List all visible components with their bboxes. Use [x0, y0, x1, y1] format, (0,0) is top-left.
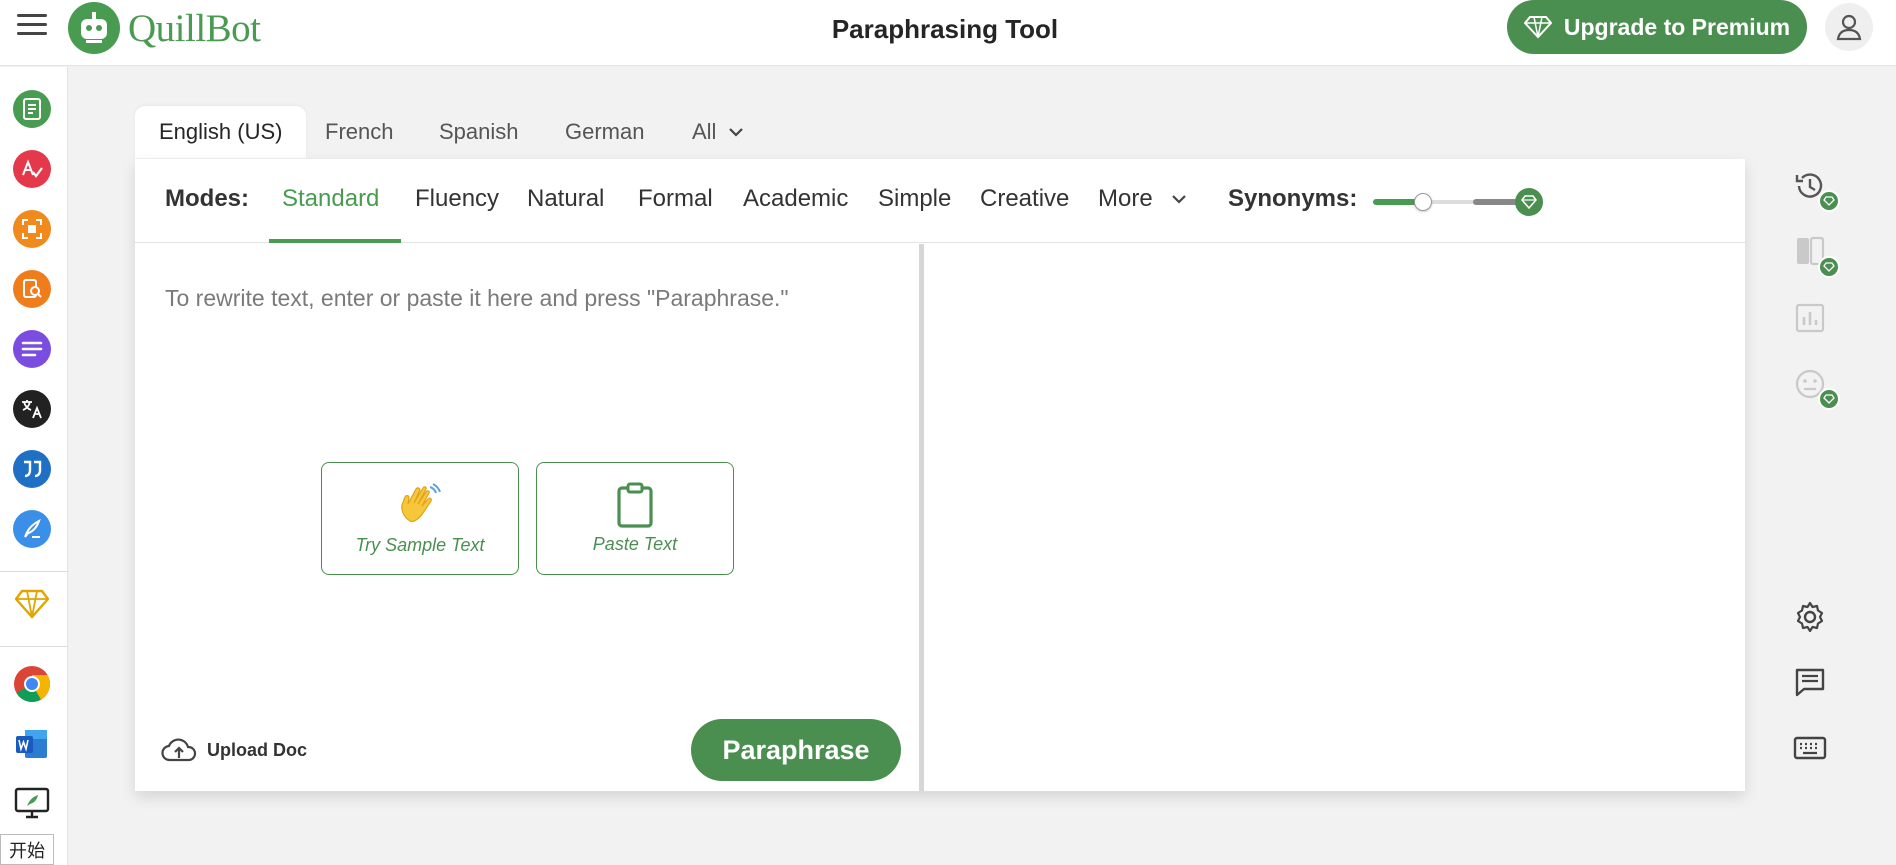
paraphrase-button[interactable]: Paraphrase — [691, 719, 901, 781]
mode-creative[interactable]: Creative — [980, 185, 1069, 213]
clipboard-icon — [615, 482, 655, 528]
tone-detector-icon[interactable] — [1790, 364, 1830, 404]
keyboard-shortcuts-icon[interactable] — [1790, 728, 1830, 768]
upload-doc-button[interactable]: Upload Doc — [161, 737, 307, 763]
mode-fluency[interactable]: Fluency — [415, 185, 499, 213]
pane-divider[interactable] — [919, 244, 924, 791]
synonyms-label: Synonyms: — [1228, 185, 1357, 213]
input-placeholder[interactable]: To rewrite text, enter or paste it here … — [165, 285, 789, 312]
flow-icon[interactable] — [13, 510, 51, 548]
mode-standard[interactable]: Standard — [282, 185, 379, 213]
premium-diamond-icon — [1515, 188, 1543, 216]
tab-english-us[interactable]: English (US) — [135, 106, 306, 158]
top-bar: QuillBot Paraphrasing Tool Upgrade to Pr… — [0, 0, 1896, 66]
left-rail — [0, 67, 68, 865]
start-label[interactable]: 开始 — [0, 834, 54, 865]
settings-gear-icon[interactable] — [1790, 597, 1830, 637]
mode-academic[interactable]: Academic — [743, 185, 848, 213]
chevron-down-icon — [1171, 194, 1187, 204]
grammar-checker-icon[interactable] — [13, 150, 51, 188]
modes-label: Modes: — [165, 185, 249, 213]
mode-more-label: More — [1098, 185, 1153, 213]
tab-french[interactable]: French — [325, 106, 393, 158]
summarizer-icon[interactable] — [13, 330, 51, 368]
plagiarism-checker-icon[interactable] — [13, 270, 51, 308]
mode-more[interactable]: More — [1098, 185, 1187, 213]
upgrade-button[interactable]: Upgrade to Premium — [1507, 0, 1807, 54]
paraphraser-icon[interactable] — [13, 90, 51, 128]
feedback-icon[interactable] — [1790, 662, 1830, 702]
word-addin-icon[interactable] — [13, 725, 51, 763]
try-sample-text-button[interactable]: Try Sample Text — [321, 462, 519, 575]
slider-thumb[interactable] — [1414, 193, 1432, 211]
history-icon[interactable] — [1790, 166, 1830, 206]
citation-generator-icon[interactable] — [13, 450, 51, 488]
translator-icon[interactable] — [13, 390, 51, 428]
paraphraser-card: Modes: Standard Fluency Natural Formal A… — [135, 159, 1745, 791]
modes-bar: Modes: Standard Fluency Natural Formal A… — [135, 159, 1745, 243]
try-sample-label: Try Sample Text — [355, 535, 484, 556]
rail-divider — [0, 571, 68, 572]
mode-simple[interactable]: Simple — [878, 185, 951, 213]
tab-all-label: All — [692, 119, 716, 145]
paste-text-label: Paste Text — [593, 534, 677, 555]
tab-all-languages[interactable]: All — [692, 106, 744, 158]
premium-badge-icon — [1818, 388, 1840, 410]
account-button[interactable] — [1825, 3, 1873, 51]
rail-divider — [0, 646, 68, 647]
user-icon — [1835, 13, 1863, 41]
paste-text-button[interactable]: Paste Text — [536, 462, 734, 575]
compare-modes-icon[interactable] — [1790, 232, 1830, 272]
upgrade-label: Upgrade to Premium — [1564, 14, 1790, 41]
diamond-icon — [1524, 15, 1552, 39]
tab-german[interactable]: German — [565, 106, 644, 158]
waving-hand-icon — [396, 481, 444, 529]
premium-badge-icon — [1818, 256, 1840, 278]
desktop-app-icon[interactable] — [13, 784, 51, 822]
ai-detector-icon[interactable] — [13, 210, 51, 248]
chrome-extension-icon[interactable] — [13, 665, 51, 703]
premium-badge-icon — [1818, 190, 1840, 212]
upload-doc-label: Upload Doc — [207, 740, 307, 761]
statistics-icon[interactable] — [1790, 298, 1830, 338]
mode-formal[interactable]: Formal — [638, 185, 713, 213]
active-mode-indicator — [269, 239, 401, 243]
synonyms-slider[interactable] — [1373, 194, 1543, 226]
cloud-upload-icon — [161, 737, 197, 763]
slider-premium-range — [1473, 199, 1518, 205]
premium-diamond-icon[interactable] — [13, 585, 51, 623]
mode-natural[interactable]: Natural — [527, 185, 604, 213]
chevron-down-icon — [728, 127, 744, 137]
tab-spanish[interactable]: Spanish — [439, 106, 519, 158]
